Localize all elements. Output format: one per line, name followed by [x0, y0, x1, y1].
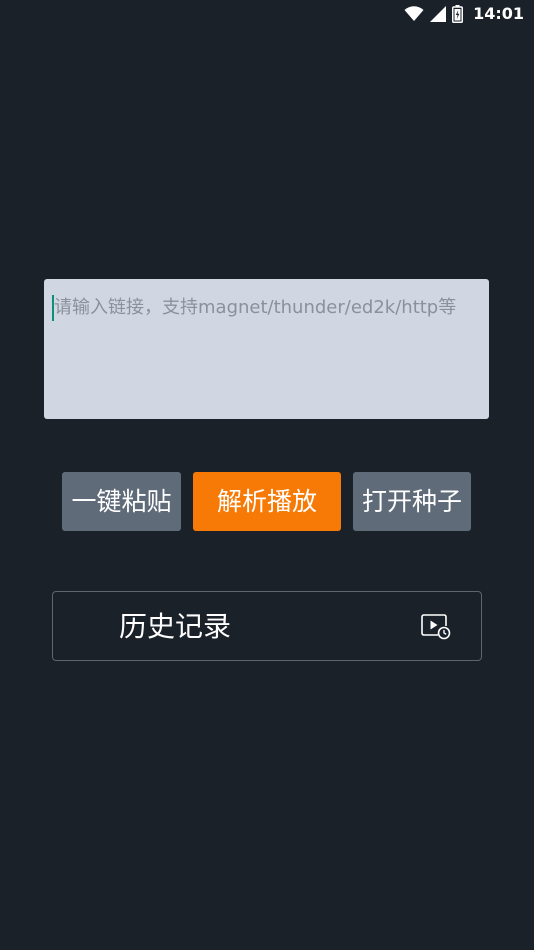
status-bar: 14:01	[0, 0, 534, 28]
link-input-container	[44, 279, 489, 419]
signal-icon	[430, 6, 447, 22]
status-icons: 14:01	[404, 3, 524, 25]
action-buttons: 一键粘贴 解析播放 打开种子	[0, 472, 534, 531]
battery-icon	[452, 5, 464, 23]
text-cursor	[52, 295, 54, 321]
history-button[interactable]: 历史记录	[52, 591, 482, 661]
history-label: 历史记录	[119, 610, 232, 643]
wifi-icon	[404, 6, 424, 22]
status-time: 14:01	[473, 4, 524, 23]
link-input[interactable]	[44, 279, 489, 419]
parse-play-button[interactable]: 解析播放	[193, 472, 341, 531]
paste-button[interactable]: 一键粘贴	[62, 472, 181, 531]
video-history-icon	[421, 614, 451, 640]
open-torrent-button[interactable]: 打开种子	[353, 472, 471, 531]
